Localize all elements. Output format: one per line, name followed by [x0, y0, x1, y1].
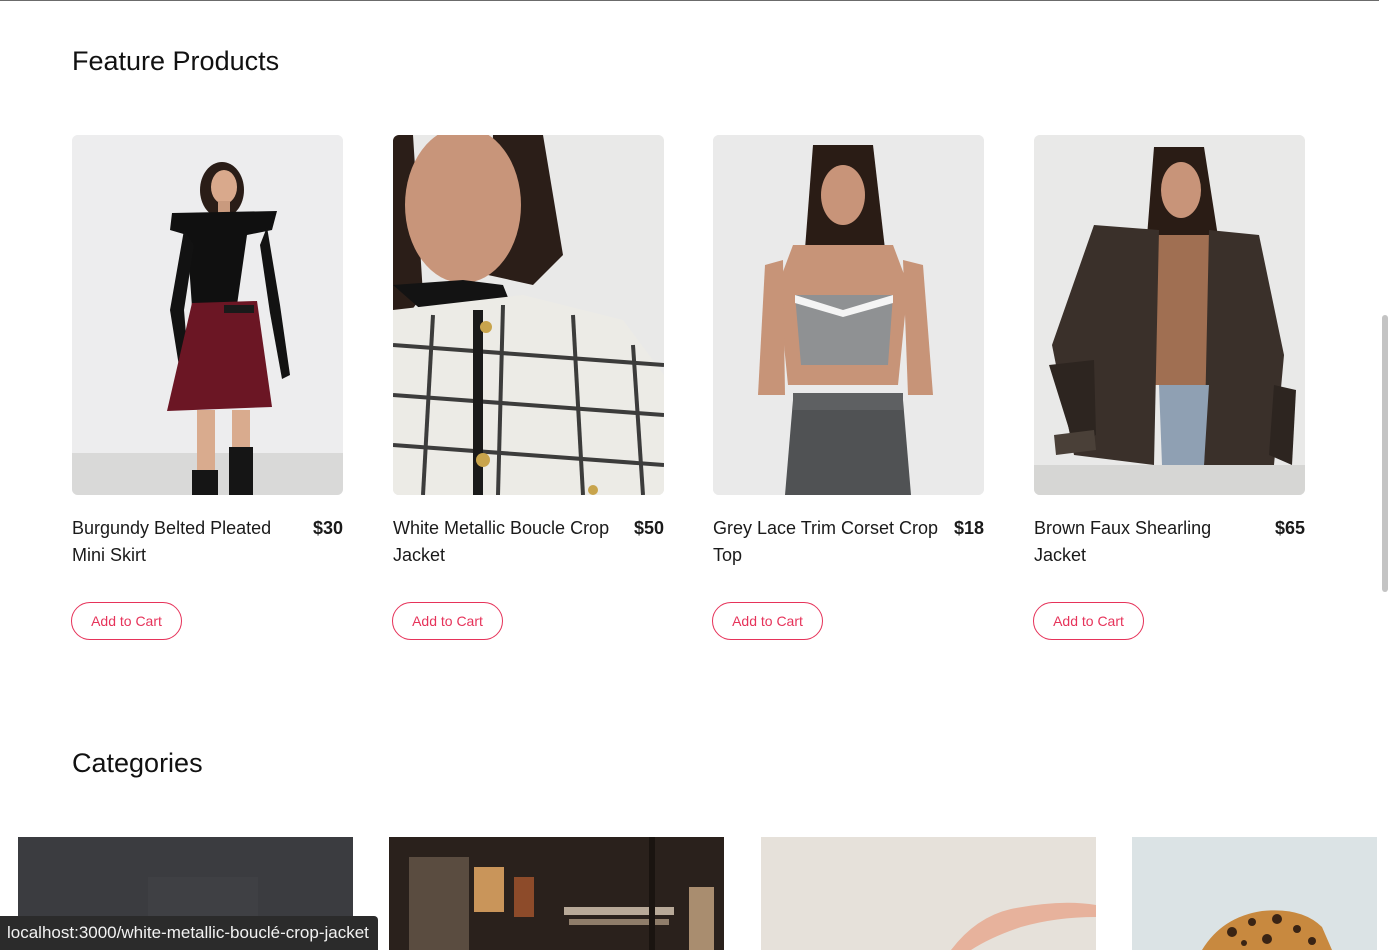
product-price: $50	[633, 518, 664, 538]
add-to-cart-button[interactable]: Add to Cart	[712, 602, 823, 640]
product-info: Burgundy Belted Pleated Mini Skirt $30	[72, 515, 343, 575]
product-image[interactable]	[393, 135, 664, 495]
product-info: White Metallic Boucle Crop Jacket $50	[393, 515, 664, 575]
featured-products-title: Feature Products	[72, 46, 280, 76]
product-image[interactable]	[713, 135, 984, 495]
product-name[interactable]: White Metallic Boucle Crop Jacket	[393, 515, 621, 569]
categories-title: Categories	[72, 748, 203, 778]
product-card[interactable]: Grey Lace Trim Corset Crop Top $18 Add t…	[712, 135, 984, 640]
product-name[interactable]: Burgundy Belted Pleated Mini Skirt	[72, 515, 300, 569]
add-to-cart-button[interactable]: Add to Cart	[392, 602, 503, 640]
product-info: Brown Faux Shearling Jacket $65	[1034, 515, 1305, 575]
product-price: $18	[953, 518, 984, 538]
product-card[interactable]: White Metallic Boucle Crop Jacket $50 Ad…	[392, 135, 664, 640]
product-card[interactable]: Burgundy Belted Pleated Mini Skirt $30 A…	[71, 135, 343, 640]
scrollbar[interactable]	[1379, 0, 1391, 950]
category-card[interactable]	[761, 837, 1096, 950]
add-to-cart-button[interactable]: Add to Cart	[71, 602, 182, 640]
product-price: $65	[1274, 518, 1305, 538]
product-name[interactable]: Grey Lace Trim Corset Crop Top	[713, 515, 941, 569]
product-image[interactable]	[1034, 135, 1305, 495]
product-name[interactable]: Brown Faux Shearling Jacket	[1034, 515, 1262, 569]
add-to-cart-button[interactable]: Add to Cart	[1033, 602, 1144, 640]
top-border	[0, 0, 1391, 1]
category-card[interactable]	[389, 837, 724, 950]
product-price: $30	[312, 518, 343, 538]
scrollbar-thumb[interactable]	[1382, 315, 1388, 592]
product-info: Grey Lace Trim Corset Crop Top $18	[713, 515, 984, 575]
product-image[interactable]	[72, 135, 343, 495]
product-card[interactable]: Brown Faux Shearling Jacket $65 Add to C…	[1033, 135, 1305, 640]
link-status-bar: localhost:3000/white-metallic-bouclé-cro…	[0, 916, 378, 950]
category-card[interactable]	[1132, 837, 1377, 950]
